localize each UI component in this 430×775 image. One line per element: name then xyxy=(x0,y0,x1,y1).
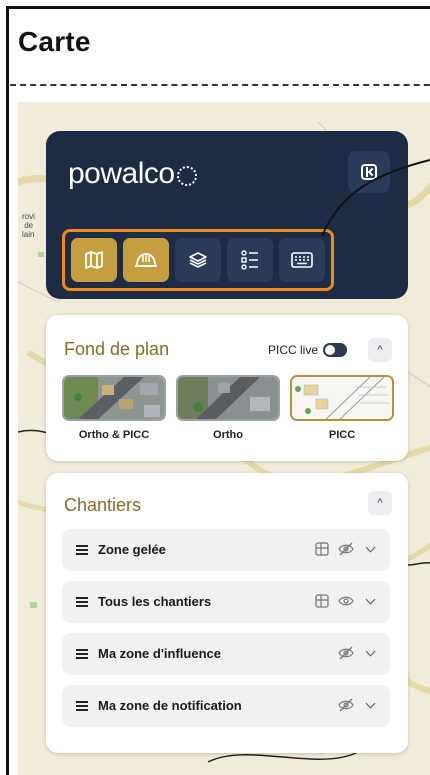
chevron-down-icon[interactable] xyxy=(362,541,378,557)
drag-handle-icon[interactable] xyxy=(76,649,88,659)
basemap-picc[interactable]: PICC xyxy=(290,375,394,441)
drag-handle-icon[interactable] xyxy=(76,545,88,555)
table-icon[interactable] xyxy=(314,541,330,557)
chantier-row-influence[interactable]: Ma zone d'influence xyxy=(62,633,390,675)
basemap-options: Ortho & PICC Ortho PICC xyxy=(62,375,394,441)
eye-off-icon[interactable] xyxy=(338,541,354,557)
chevron-down-icon[interactable] xyxy=(362,593,378,609)
eye-off-icon[interactable] xyxy=(338,645,354,661)
chantiers-card: Chantiers ^ Zone gelée Tous les chantier… xyxy=(46,473,408,753)
logo-text: powalco xyxy=(68,157,175,190)
layers-tool-button[interactable] xyxy=(175,238,221,282)
logo-mark-icon xyxy=(176,166,197,186)
ortho-label: Ortho xyxy=(213,429,243,441)
basemap-ortho[interactable]: Ortho xyxy=(176,375,280,441)
chantiers-title: Chantiers xyxy=(64,495,142,515)
helmet-icon xyxy=(135,253,157,267)
eye-off-icon[interactable] xyxy=(338,697,354,713)
row-label: Ma zone de notification xyxy=(98,698,242,713)
picc-label: PICC xyxy=(328,429,356,441)
list-icon xyxy=(241,250,258,270)
collapse-chantiers-button[interactable]: ^ xyxy=(368,491,392,515)
chevron-up-icon: ^ xyxy=(377,497,383,509)
chevron-down-icon[interactable] xyxy=(362,645,378,661)
divider xyxy=(10,84,430,86)
ortho-picc-thumbnail xyxy=(62,375,166,421)
collapse-icon xyxy=(361,164,377,180)
table-icon[interactable] xyxy=(314,593,330,609)
ortho-picc-label: Ortho & PICC xyxy=(78,429,150,441)
picc-live-label: PICC live xyxy=(268,343,319,357)
chantier-row-notification[interactable]: Ma zone de notification xyxy=(62,685,390,727)
map-place-label: rovi de lain xyxy=(22,212,35,239)
layers-icon xyxy=(189,252,207,268)
fond-de-plan-card: Fond de plan PICC live ^ Ortho & PICC Or… xyxy=(46,315,408,461)
map-icon xyxy=(85,251,103,269)
drag-handle-icon[interactable] xyxy=(76,701,88,711)
powalco-logo: powalco xyxy=(68,157,197,191)
page-title: Carte xyxy=(18,26,91,57)
picc-thumbnail xyxy=(290,375,394,421)
fond-de-plan-title: Fond de plan xyxy=(64,339,170,359)
row-label: Zone gelée xyxy=(98,542,166,557)
chantier-row-tous[interactable]: Tous les chantiers xyxy=(62,581,390,623)
eye-icon[interactable] xyxy=(338,593,354,609)
drag-handle-icon[interactable] xyxy=(76,597,88,607)
chantier-row-zone-gelee[interactable]: Zone gelée xyxy=(62,529,390,571)
collapse-fond-button[interactable]: ^ xyxy=(368,338,392,362)
map-tool-button[interactable] xyxy=(71,238,117,282)
chevron-down-icon[interactable] xyxy=(362,697,378,713)
row-label: Tous les chantiers xyxy=(98,594,212,609)
toolbar-highlight xyxy=(62,229,334,291)
chantiers-tool-button[interactable] xyxy=(123,238,169,282)
keyboard-tool-button[interactable] xyxy=(279,238,325,282)
picc-live-toggle-group[interactable]: PICC live xyxy=(268,343,348,357)
collapse-panel-button[interactable] xyxy=(348,151,390,193)
legend-tool-button[interactable] xyxy=(227,238,273,282)
ortho-thumbnail xyxy=(176,375,280,421)
row-label: Ma zone d'influence xyxy=(98,646,221,661)
basemap-ortho-picc[interactable]: Ortho & PICC xyxy=(62,375,166,441)
picc-live-toggle[interactable] xyxy=(323,343,348,357)
keyboard-icon xyxy=(291,252,313,268)
chevron-up-icon: ^ xyxy=(377,344,383,356)
